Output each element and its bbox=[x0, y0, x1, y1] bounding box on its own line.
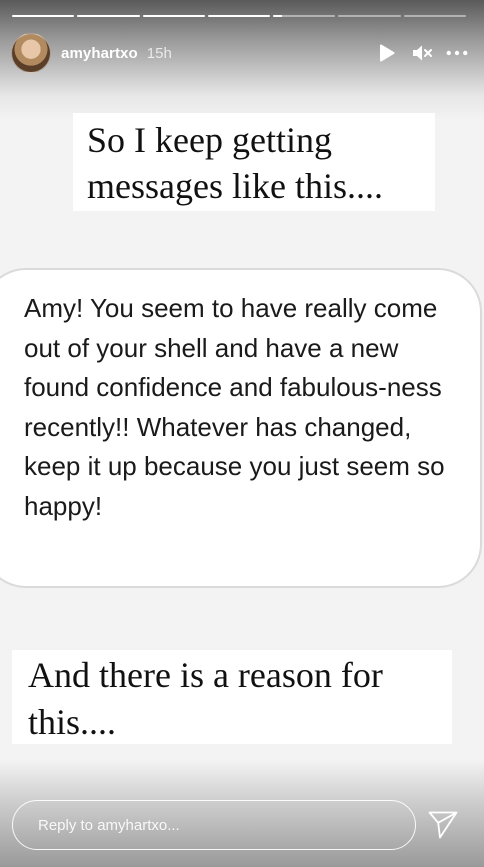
progress-segment bbox=[12, 15, 75, 17]
headline-bottom: And there is a reason for this.... bbox=[28, 655, 383, 742]
story-timestamp: 15h bbox=[146, 44, 172, 62]
play-icon[interactable] bbox=[376, 42, 398, 64]
message-text: Amy! You seem to have really come out of… bbox=[24, 293, 445, 521]
progress-fill bbox=[77, 15, 140, 17]
story-viewer: amyhartxo 15h So I keep getting messages… bbox=[0, 0, 484, 867]
progress-fill bbox=[142, 15, 205, 17]
username[interactable]: amyhartxo bbox=[61, 45, 138, 62]
story-controls bbox=[376, 42, 468, 64]
progress-fill bbox=[273, 15, 283, 17]
progress-fill bbox=[207, 15, 271, 17]
progress-segment bbox=[142, 15, 205, 17]
story-progress-bar bbox=[12, 15, 466, 17]
story-header: amyhartxo 15h bbox=[11, 33, 472, 73]
avatar[interactable] bbox=[11, 33, 51, 73]
progress-segment bbox=[403, 15, 466, 17]
reply-field[interactable] bbox=[12, 800, 416, 850]
progress-segment bbox=[273, 15, 336, 17]
reply-input[interactable] bbox=[36, 815, 415, 835]
progress-fill bbox=[12, 15, 75, 17]
progress-segment bbox=[207, 15, 271, 17]
headline-box-top: So I keep getting messages like this.... bbox=[73, 113, 435, 211]
more-icon[interactable] bbox=[446, 42, 468, 64]
send-icon[interactable] bbox=[426, 808, 460, 842]
mute-icon[interactable] bbox=[411, 42, 433, 64]
headline-top: So I keep getting messages like this.... bbox=[87, 120, 383, 206]
progress-segment bbox=[77, 15, 140, 17]
progress-segment bbox=[338, 15, 401, 17]
headline-box-bottom: And there is a reason for this.... bbox=[12, 650, 452, 744]
